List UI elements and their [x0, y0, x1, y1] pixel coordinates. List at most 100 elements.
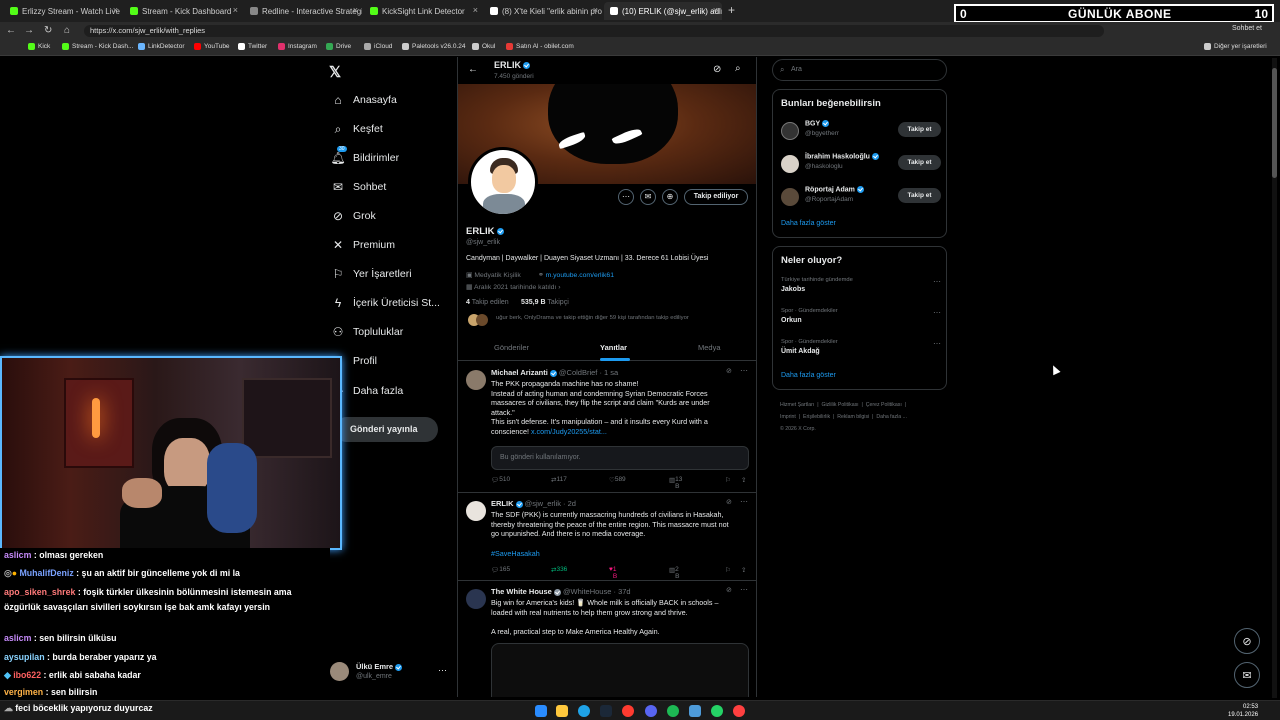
bookmark-folder[interactable]: Diğer yer işaretleri [1204, 43, 1267, 50]
hashtag-link[interactable]: #SaveHasakah [491, 549, 749, 559]
opera-icon[interactable] [622, 705, 634, 717]
follow-button[interactable]: Takip et [898, 188, 941, 203]
avatar[interactable] [466, 501, 486, 521]
bookmark[interactable]: Instagram [278, 43, 317, 50]
footer-link[interactable]: Gizlilik Politikası [821, 402, 858, 408]
footer-link[interactable]: Daha fazla ... [876, 414, 907, 420]
show-more-link[interactable]: Daha fazla göster [781, 372, 836, 379]
browser-tab[interactable]: (8) X'te Kieli "erlik abinin profilde i× [484, 2, 602, 20]
nav-bookmarks[interactable]: ⚐ Yer İşaretleri [330, 266, 412, 282]
notify-icon[interactable]: ⊕ [662, 189, 678, 205]
show-more-link[interactable]: Daha fazla göster [781, 220, 836, 227]
more-icon[interactable]: ⋯ [933, 277, 941, 286]
search-input[interactable]: ⌕ Ara [772, 59, 947, 81]
message-icon[interactable]: ✉ [640, 189, 656, 205]
back-arrow-icon[interactable]: ← [468, 64, 478, 75]
trend-item[interactable]: Spor · Gündemdekiler Ümit Akdağ ⋯ [781, 339, 941, 355]
reply-button[interactable]: 💬︎ 165 [491, 566, 510, 574]
profile-link[interactable]: ⚭ m.youtube.com/erlik61 [538, 271, 614, 279]
grok-icon[interactable]: ⊘ [726, 498, 732, 506]
browser-tab[interactable]: Stream - Kick Dashboard × [124, 2, 242, 20]
follow-button[interactable]: Takip et [898, 122, 941, 137]
reload-icon[interactable]: ↻ [44, 25, 52, 36]
grok-icon[interactable]: ⊘ [713, 64, 721, 75]
browser-tab[interactable]: Redline - Interactive Strategic Map× [244, 2, 362, 20]
edge-icon[interactable] [578, 705, 590, 717]
forward-icon[interactable]: → [24, 25, 34, 36]
bookmark[interactable]: Okul [472, 43, 495, 50]
nav-notifications[interactable]: 🔔︎ 30 Bildirimler [330, 146, 399, 166]
browser-tab-active[interactable]: (10) ERLIK (@sjw_erlik) adlı kullanı× [604, 2, 722, 20]
browser-tab[interactable]: Erlizzy Stream - Watch Live on Kick× [4, 2, 122, 20]
bookmark[interactable]: YouTube [194, 43, 230, 50]
windows-start-icon[interactable] [535, 705, 547, 717]
profile-avatar[interactable] [468, 147, 538, 217]
more-icon[interactable]: ⋯ [740, 497, 748, 506]
more-icon[interactable]: ⋯ [740, 366, 748, 375]
following-count[interactable]: 4 Takip edilen [466, 299, 509, 306]
grok-icon[interactable]: ⊘ [726, 586, 732, 594]
browser-tab[interactable]: KickSight Link Detector × [364, 2, 482, 20]
suggestion[interactable]: BGY @bgyetherr Takip et [781, 118, 941, 144]
footer-link[interactable]: Reklam bilgisi [837, 414, 869, 420]
tweet[interactable]: The White House @WhiteHouse · 37d ⊘ ⋯ Bi… [458, 580, 756, 697]
bookmark[interactable]: Twitter [238, 43, 267, 50]
nav-communities[interactable]: ⚇ Topluluklar [330, 324, 404, 340]
post-button[interactable]: Gönderi yayınla [334, 417, 438, 442]
scrollbar-thumb[interactable] [1272, 68, 1277, 178]
like-button[interactable]: ♡ 589 [609, 476, 626, 484]
close-icon[interactable]: × [233, 5, 238, 15]
share-icon[interactable]: ⇪ [741, 566, 746, 574]
new-tab-icon[interactable]: + [728, 3, 735, 17]
more-icon[interactable]: ⋯ [933, 308, 941, 317]
tab-replies[interactable]: Yanıtlar [600, 343, 627, 352]
steam-icon[interactable] [600, 705, 612, 717]
clock[interactable]: 02:53 19.01.2026 [1228, 703, 1258, 719]
scrollbar[interactable] [1272, 58, 1277, 698]
back-icon[interactable]: ← [6, 25, 16, 36]
tweet[interactable]: Michael Arizanti @ColdBrief · 1 sa ⊘ ⋯ T… [458, 362, 756, 492]
record-icon[interactable] [733, 705, 745, 717]
more-icon[interactable]: ⋯ [740, 585, 748, 594]
nav-home[interactable]: ⌂ Anasayfa [330, 92, 396, 108]
close-icon[interactable]: × [113, 5, 118, 15]
bookmark-icon[interactable]: ⚐ [725, 566, 731, 574]
nav-creator-studio[interactable]: ϟ İçerik Üreticisi St... [330, 295, 440, 311]
like-button[interactable]: ♥ 1 B [609, 566, 617, 580]
followers-count[interactable]: 535,9 B Takipçi [521, 299, 569, 306]
tweet-media[interactable] [491, 643, 749, 697]
bookmark[interactable]: Satın Al - obilet.com [506, 43, 574, 50]
footer-link[interactable]: Erişilebilirlik [803, 414, 830, 420]
grok-float-icon[interactable]: ⊘ [1234, 628, 1260, 654]
grok-icon[interactable]: ⊘ [726, 367, 732, 375]
url-input[interactable]: https://x.com/sjw_erlik/with_replies [84, 25, 1104, 37]
close-icon[interactable]: × [593, 5, 598, 15]
file-explorer-icon[interactable] [556, 705, 568, 717]
more-icon[interactable]: ⋯ [933, 339, 941, 348]
tweet-link[interactable]: x.com/Judy20255/stat... [531, 427, 607, 436]
bookmark[interactable]: Stream - Kick Dash... [62, 43, 133, 50]
close-icon[interactable]: × [473, 5, 478, 15]
footer-link[interactable]: Hizmet Şartları [780, 402, 814, 408]
more-icon[interactable]: ⋯ [618, 189, 634, 205]
trend-item[interactable]: Türkiye tarihinde gündemde Jakobs ⋯ [781, 277, 941, 293]
views-button[interactable]: ▥ 2 B [669, 566, 680, 580]
trend-item[interactable]: Spor · Gündemdekiler Orkun ⋯ [781, 308, 941, 324]
bookmark-icon[interactable]: ⚐ [725, 476, 731, 484]
footer-link[interactable]: Çerez Politikası [866, 402, 902, 408]
nav-premium[interactable]: ✕ Premium [330, 237, 395, 253]
following-button[interactable]: Takip ediliyor [684, 189, 748, 205]
repost-button[interactable]: ⇄ 117 [551, 476, 567, 484]
messages-float-icon[interactable]: ✉ [1234, 662, 1260, 688]
avatar[interactable] [466, 370, 486, 390]
quoted-unavailable[interactable]: Bu gönderi kullanılamıyor. [491, 446, 749, 470]
home-icon[interactable]: ⌂ [64, 25, 70, 36]
share-icon[interactable]: ⇪ [741, 476, 746, 484]
app-icon[interactable] [689, 705, 701, 717]
bookmark[interactable]: iCloud [364, 43, 392, 50]
whatsapp-icon[interactable] [711, 705, 723, 717]
avatar[interactable] [466, 589, 486, 609]
tab-media[interactable]: Medya [698, 343, 721, 352]
close-icon[interactable]: × [713, 5, 718, 15]
bookmark[interactable]: Drive [326, 43, 351, 50]
